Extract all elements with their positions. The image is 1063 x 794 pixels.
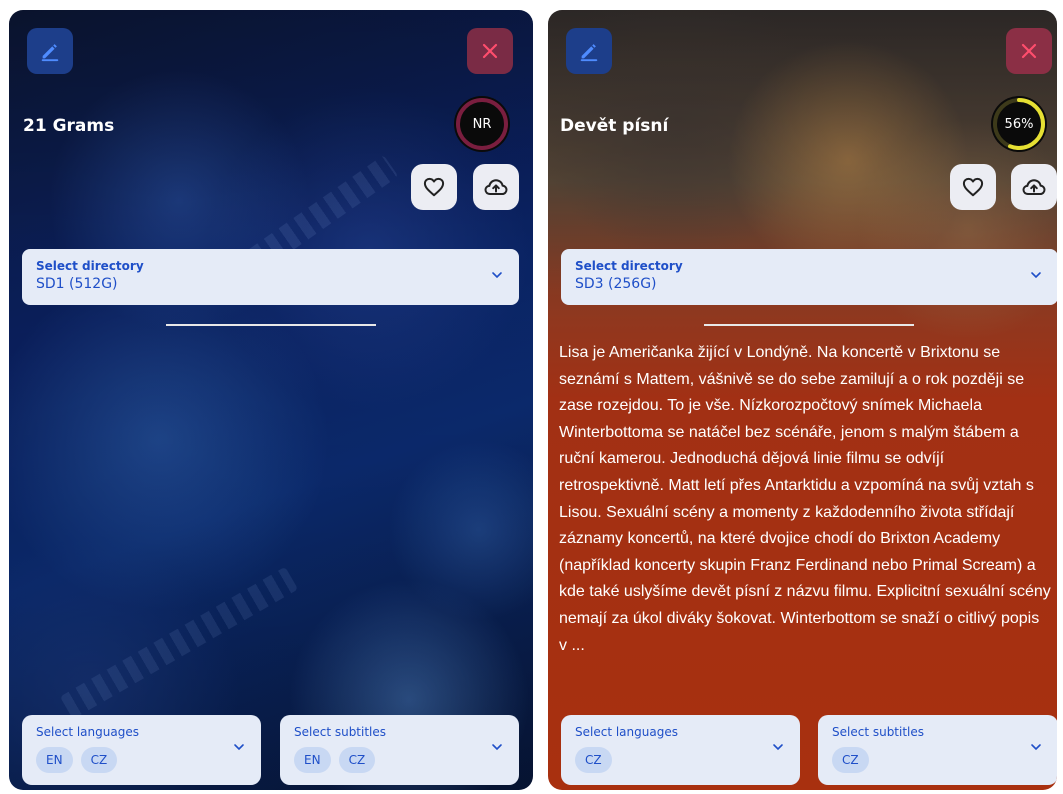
directory-select-value: SD3 (256G) (575, 276, 657, 292)
subtitle-chip[interactable]: CZ (832, 747, 869, 773)
movie-card: Devět písní 56% Select directory SD3 (25… (548, 10, 1057, 790)
background-decoration (59, 566, 299, 720)
language-chip[interactable]: CZ (575, 747, 612, 773)
close-button[interactable] (467, 28, 513, 74)
movie-card: 21 Grams NR Select directory SD1 (512G) … (9, 10, 533, 790)
pencil-icon (41, 44, 59, 62)
chevron-down-icon (234, 744, 244, 751)
directory-select-label: Select directory (36, 259, 144, 273)
cloud-upload-icon (1022, 179, 1046, 195)
rating-badge: NR (452, 94, 512, 154)
chevron-down-icon (1031, 744, 1041, 751)
close-icon (482, 43, 498, 59)
close-icon (1021, 43, 1037, 59)
heart-icon (423, 177, 445, 197)
upload-button[interactable] (473, 164, 519, 210)
language-chip[interactable]: EN (36, 747, 73, 773)
chevron-down-icon (492, 744, 502, 751)
chevron-down-icon (492, 272, 502, 279)
languages-select-label: Select languages (36, 725, 139, 739)
close-button[interactable] (1006, 28, 1052, 74)
languages-select[interactable]: Select languages CZ (561, 715, 800, 785)
cloud-upload-icon (484, 179, 508, 195)
movie-title: Devět písní (560, 116, 669, 136)
favorite-button[interactable] (411, 164, 457, 210)
heart-icon (962, 177, 984, 197)
pencil-icon (580, 44, 598, 62)
subtitles-select[interactable]: Select subtitles EN CZ (280, 715, 519, 785)
directory-select-label: Select directory (575, 259, 683, 273)
subtitles-select-label: Select subtitles (294, 725, 387, 739)
subtitle-chip[interactable]: CZ (338, 747, 376, 773)
favorite-button[interactable] (950, 164, 996, 210)
edit-button[interactable] (566, 28, 612, 74)
languages-select-label: Select languages (575, 725, 678, 739)
directory-select[interactable]: Select directory SD1 (512G) (22, 249, 519, 305)
divider (704, 324, 914, 326)
subtitle-chip[interactable]: EN (294, 747, 331, 773)
edit-button[interactable] (27, 28, 73, 74)
directory-select-value: SD1 (512G) (36, 276, 118, 292)
subtitles-select-label: Select subtitles (832, 725, 925, 739)
chevron-down-icon (773, 744, 783, 751)
movie-title: 21 Grams (23, 116, 115, 136)
directory-select[interactable]: Select directory SD3 (256G) (561, 249, 1057, 305)
rating-badge: 56% (989, 94, 1049, 154)
rating-label: 56% (1004, 116, 1034, 132)
subtitles-select[interactable]: Select subtitles CZ (818, 715, 1057, 785)
upload-button[interactable] (1011, 164, 1057, 210)
movie-description: Lisa je Američanka žijící v Londýně. Na … (559, 344, 1051, 654)
languages-select[interactable]: Select languages EN CZ (22, 715, 261, 785)
rating-label: NR (472, 116, 492, 132)
divider (166, 324, 376, 326)
language-chip[interactable]: CZ (80, 747, 118, 773)
chevron-down-icon (1031, 272, 1041, 279)
